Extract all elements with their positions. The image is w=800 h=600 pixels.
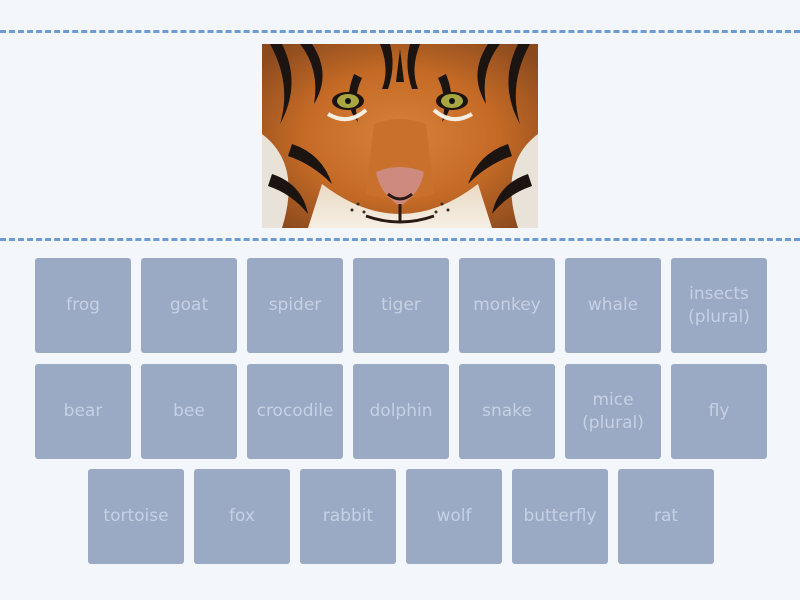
answer-tile[interactable]: snake: [459, 364, 555, 459]
answer-tile[interactable]: tortoise: [88, 469, 184, 564]
answer-tile[interactable]: butterfly: [512, 469, 608, 564]
answer-tile[interactable]: rat: [618, 469, 714, 564]
answer-row-1: frog goat spider tiger monkey whale inse…: [0, 258, 800, 353]
answer-tile[interactable]: monkey: [459, 258, 555, 353]
answer-tile[interactable]: frog: [35, 258, 131, 353]
answer-row-2: bear bee crocodile dolphin snake mice (p…: [0, 364, 800, 459]
answer-tile[interactable]: rabbit: [300, 469, 396, 564]
answer-tile[interactable]: wolf: [406, 469, 502, 564]
bottom-dashed-divider: [0, 238, 800, 241]
tiger-face-illustration: [262, 44, 538, 228]
answer-tile[interactable]: dolphin: [353, 364, 449, 459]
answer-tile[interactable]: spider: [247, 258, 343, 353]
answer-tile[interactable]: crocodile: [247, 364, 343, 459]
answer-tile[interactable]: tiger: [353, 258, 449, 353]
answer-tile[interactable]: mice (plural): [565, 364, 661, 459]
tiger-image: [262, 44, 538, 228]
answer-tile[interactable]: bee: [141, 364, 237, 459]
answer-tile[interactable]: fox: [194, 469, 290, 564]
answer-tile[interactable]: whale: [565, 258, 661, 353]
answer-tile[interactable]: insects (plural): [671, 258, 767, 353]
answer-row-3: tortoise fox rabbit wolf butterfly rat: [0, 469, 800, 564]
answer-tile[interactable]: goat: [141, 258, 237, 353]
answer-tile[interactable]: bear: [35, 364, 131, 459]
answer-tile[interactable]: fly: [671, 364, 767, 459]
top-dashed-divider: [0, 30, 800, 33]
